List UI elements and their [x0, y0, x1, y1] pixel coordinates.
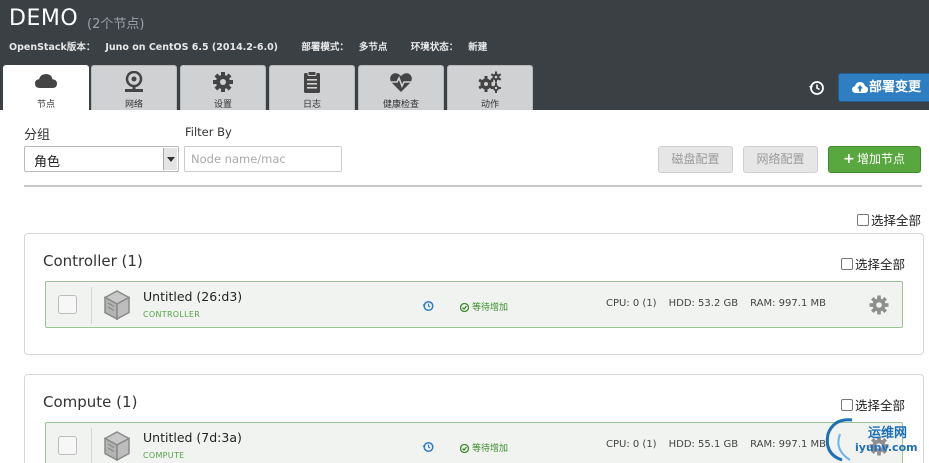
node-status: 等待增加	[459, 441, 509, 454]
watermark-url: iyunv.com	[855, 441, 918, 454]
deploy-mode-value: 多节点	[358, 42, 388, 53]
group-title: Controller (1)	[43, 252, 143, 270]
node-role: COMPUTE	[143, 451, 185, 460]
tab-label: 动作	[480, 100, 499, 110]
node-name[interactable]: Untitled (26:d3)	[143, 289, 242, 304]
deploy-changes-label: 部署变更	[869, 80, 922, 95]
select-all-global[interactable]: 选择全部	[857, 210, 921, 229]
clipboard-icon	[304, 71, 320, 93]
server-cube-icon	[104, 290, 130, 320]
node-checkbox[interactable]	[58, 436, 77, 455]
select-all-checkbox[interactable]	[857, 214, 869, 226]
history-icon[interactable]	[806, 78, 828, 98]
plus-icon: +	[843, 151, 855, 167]
tab-network[interactable]: 网络	[91, 65, 177, 110]
environment-status-value: 新建	[468, 42, 488, 53]
environment-title: DEMO	[9, 6, 79, 31]
disk-config-button[interactable]: 磁盘配置	[658, 146, 733, 173]
environment-status-label: 环境状态：	[410, 42, 459, 53]
select-all-label: 选择全部	[854, 398, 905, 413]
group-title: Compute (1)	[43, 393, 138, 411]
node-group-controller: Controller (1) 选择全部 Untitled (26:d3) CON…	[24, 233, 924, 355]
filter-input[interactable]	[184, 146, 342, 172]
tab-settings[interactable]: 设置	[180, 65, 266, 110]
node-stats: CPU: 0 (1) HDD: 55.1 GB RAM: 997.1 MB	[606, 439, 838, 450]
node-row[interactable]: Untitled (26:d3) CONTROLLER 等待增加 CPU: 0 …	[45, 281, 903, 328]
node-status: 等待增加	[459, 300, 509, 313]
node-stats: CPU: 0 (1) HDD: 53.2 GB RAM: 997.1 MB	[606, 298, 838, 309]
tab-label: 健康检查	[382, 100, 419, 110]
environment-meta: OpenStack版本： Juno on CentOS 6.5 (2014.2-6…	[9, 39, 507, 53]
gear-icon	[213, 72, 233, 92]
select-all-group[interactable]: 选择全部	[840, 395, 905, 414]
deploy-mode-label: 部署模式：	[301, 42, 349, 53]
node-hdd: HDD: 55.1 GB	[668, 439, 739, 450]
check-circle-icon	[459, 443, 470, 454]
watermark-logo: 运维网 iyunv.com	[822, 414, 929, 463]
cogs-icon	[478, 71, 502, 93]
node-ram: RAM: 997.1 MB	[750, 298, 826, 309]
divider	[91, 287, 92, 324]
node-cpu: CPU: 0 (1)	[606, 439, 657, 450]
node-ram: RAM: 997.1 MB	[750, 439, 826, 450]
divider	[91, 428, 92, 463]
tab-label: 设置	[213, 100, 232, 110]
chevron-down-icon[interactable]	[163, 148, 177, 170]
watermark-text: 运维网	[868, 426, 908, 441]
gear-icon[interactable]	[869, 295, 889, 315]
tab-label: 节点	[36, 100, 55, 110]
add-nodes-button[interactable]: + 增加节点	[828, 146, 921, 173]
group-by-select[interactable]: 角色	[24, 146, 179, 172]
watermark-swirl-icon	[825, 418, 853, 462]
cloud-icon	[35, 74, 57, 88]
deploy-changes-button[interactable]: 部署变更	[838, 73, 929, 102]
network-icon	[125, 71, 143, 92]
openstack-version-label: OpenStack版本：	[9, 42, 96, 53]
node-role: CONTROLLER	[143, 310, 201, 319]
check-circle-icon	[459, 302, 470, 313]
node-status-text: 等待增加	[472, 303, 509, 313]
network-config-button[interactable]: 网络配置	[743, 146, 818, 173]
select-all-label: 选择全部	[871, 213, 922, 228]
node-group-compute: Compute (1) 选择全部 Untitled (7d:3a) COMPUT…	[24, 374, 924, 463]
tab-label: 网络	[124, 100, 143, 110]
tab-nodes[interactable]: 节点	[3, 65, 89, 110]
openstack-version-value: Juno on CentOS 6.5 (2014.2-6.0)	[105, 42, 279, 53]
add-nodes-label: 增加节点	[857, 152, 906, 166]
app-header: DEMO (2个节点) OpenStack版本： Juno on CentOS 6…	[0, 0, 929, 110]
divider	[24, 185, 922, 187]
tab-label: 日志	[302, 100, 321, 110]
node-row[interactable]: Untitled (7d:3a) COMPUTE 等待增加 CPU: 0 (1)…	[45, 422, 903, 463]
group-by-selected-value: 角色	[34, 155, 61, 170]
node-checkbox[interactable]	[58, 295, 77, 314]
select-all-checkbox[interactable]	[840, 399, 853, 411]
heartbeat-icon	[390, 73, 412, 92]
filter-by-label: Filter By	[185, 125, 232, 139]
node-hdd: HDD: 53.2 GB	[668, 298, 739, 309]
select-all-group[interactable]: 选择全部	[840, 254, 905, 273]
tab-health-check[interactable]: 健康检查	[358, 65, 444, 110]
cloud-upload-icon	[852, 82, 868, 93]
node-status-text: 等待增加	[472, 444, 509, 454]
history-icon[interactable]	[422, 300, 434, 312]
node-name[interactable]: Untitled (7d:3a)	[143, 430, 242, 445]
node-count-subtitle: (2个节点)	[87, 17, 145, 32]
tab-logs[interactable]: 日志	[269, 65, 355, 110]
tab-actions[interactable]: 动作	[447, 65, 533, 110]
history-icon[interactable]	[422, 441, 434, 453]
node-cpu: CPU: 0 (1)	[606, 298, 657, 309]
select-all-label: 选择全部	[854, 257, 905, 272]
select-all-checkbox[interactable]	[840, 258, 853, 270]
group-by-label: 分组	[24, 128, 51, 143]
server-cube-icon	[104, 431, 130, 461]
